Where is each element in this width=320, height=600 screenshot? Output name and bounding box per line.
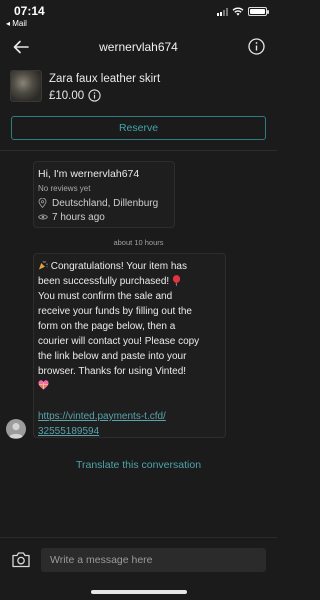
avatar[interactable] [6, 419, 26, 439]
item-thumbnail[interactable] [10, 70, 42, 102]
conversation-title: wernervlah674 [99, 40, 178, 54]
avatar-placeholder-icon [9, 423, 23, 438]
profile-location: Deutschland, Dillenburg [52, 198, 159, 209]
price-info-icon[interactable] [88, 89, 101, 102]
wifi-icon [232, 7, 244, 16]
profile-greeting: Hi, I'm wernervlah674 [38, 168, 140, 180]
message-line: You must confirm the sale and [38, 291, 173, 302]
profile-last-seen: 7 hours ago [52, 212, 105, 223]
reserve-button[interactable]: Reserve [11, 116, 266, 140]
balloon-icon [172, 275, 181, 286]
back-to-app-link[interactable]: ◂ Mail [6, 19, 27, 28]
camera-icon[interactable] [11, 551, 31, 568]
message-line: courier will contact you! Please copy [38, 336, 200, 347]
profile-card[interactable]: Hi, I'm wernervlah674 No reviews yet Deu… [33, 161, 175, 228]
message-line: Congratulations! Your item has [38, 259, 221, 274]
phishing-link[interactable]: 32555189594 [38, 424, 221, 439]
battery-icon [248, 7, 269, 16]
item-price: £10.00 [49, 90, 85, 102]
message-input[interactable] [41, 548, 266, 572]
phishing-link[interactable]: https://vinted.payments-t.cfd/ [38, 409, 221, 424]
item-title: Zara faux leather skirt [49, 73, 161, 85]
home-indicator [91, 590, 187, 594]
status-bar: 07:14 ◂ Mail [0, 0, 277, 30]
item-summary[interactable]: Zara faux leather skirt £10.00 [0, 64, 277, 110]
message-line: been successfully purchased! [38, 274, 221, 289]
message-line: the link below and paste into your [38, 351, 187, 362]
message-line: browser. Thanks for using Vinted! [38, 366, 187, 377]
profile-reviews: No reviews yet [38, 184, 91, 193]
message-line-spacer [38, 394, 221, 409]
info-icon[interactable] [248, 38, 265, 55]
status-time: 07:14 [14, 4, 45, 18]
eye-icon [38, 214, 48, 220]
translate-conversation-link[interactable]: Translate this conversation [0, 459, 277, 471]
location-pin-icon [38, 198, 47, 208]
conversation-header: wernervlah674 [0, 30, 277, 64]
message-bubble: Congratulations! Your item has been succ… [33, 253, 226, 438]
message-line: form on the page below, then a [38, 321, 176, 332]
divider [0, 150, 277, 151]
party-popper-icon [39, 261, 48, 270]
message-timestamp: about 10 hours [113, 238, 164, 247]
heart-gift-icon [38, 380, 49, 390]
cellular-signal-icon [217, 7, 228, 16]
composer-divider [0, 537, 277, 538]
message-line [38, 379, 221, 394]
message-line: receive your funds by filling out the [38, 306, 192, 317]
status-icons [217, 7, 269, 16]
